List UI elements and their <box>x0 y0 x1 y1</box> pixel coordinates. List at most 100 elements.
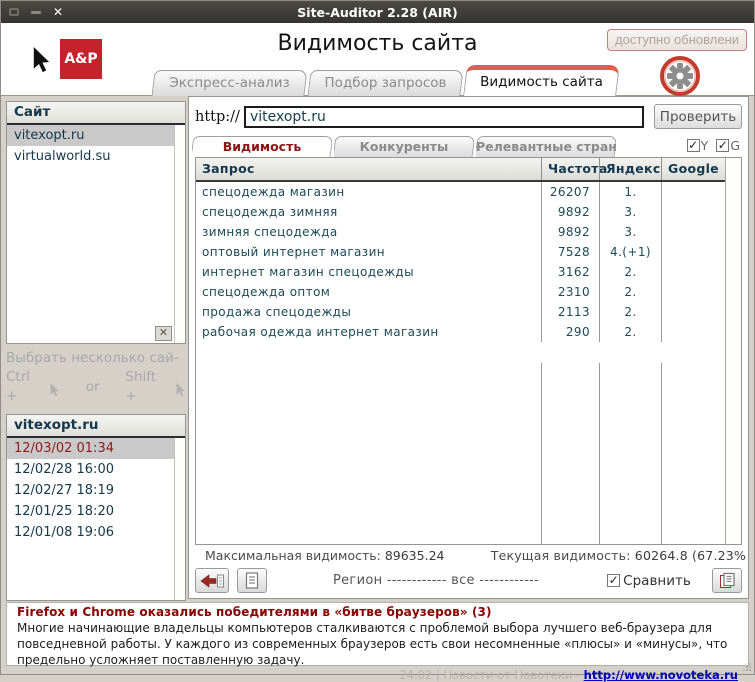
subtab[interactable]: Конкуренты <box>334 136 474 157</box>
minimize-icon[interactable] <box>31 11 41 14</box>
freq-cell: 3162 <box>541 262 599 282</box>
yandex-cell: 2. <box>599 302 661 322</box>
subtab[interactable]: Видимость <box>192 136 332 157</box>
hint-or: or <box>86 378 100 397</box>
history-list-header: vitexopt.ru <box>7 415 185 438</box>
yandex-cell: 4.(+1) <box>599 242 661 262</box>
yandex-checkbox-label: Y <box>701 138 709 153</box>
yandex-cell: 2. <box>599 282 661 302</box>
check-icon: ✓ <box>688 139 698 151</box>
news-headline[interactable]: Firefox и Chrome оказались победителями … <box>17 605 738 619</box>
actions-row: Регион ------------ все ------------ ✓ С… <box>189 565 748 598</box>
cursor-icon <box>49 383 60 397</box>
column-header-yandex[interactable]: Яндекс <box>599 158 661 180</box>
news-link[interactable]: http://www.novoteka.ru <box>584 668 738 682</box>
subtab-bar: Видимость Конкуренты Релевантные страни … <box>189 132 748 157</box>
column-header-google[interactable]: Google <box>661 158 725 180</box>
table-row[interactable]: оптовый интернет магазин 7528 4.(+1) <box>196 242 725 262</box>
yandex-cell: 2. <box>599 262 661 282</box>
history-date-item[interactable]: 12/02/28 16:00 <box>7 459 174 480</box>
region-selector[interactable]: Регион ------------ все ------------ <box>333 573 539 588</box>
visibility-table: Запрос Частота Яндекс Google спецодежда … <box>195 157 742 545</box>
news-separator: | <box>436 668 440 682</box>
table-row[interactable]: спецодежда зимняя 9892 3. <box>196 202 725 222</box>
google-cell <box>661 322 725 342</box>
compare-checkbox[interactable]: ✓ <box>607 574 620 587</box>
table-header: Запрос Частота Яндекс Google <box>196 158 725 182</box>
freq-cell: 9892 <box>541 222 599 242</box>
query-cell: зимняя спецодежда <box>196 225 541 239</box>
settings-gear-icon[interactable] <box>658 54 702 98</box>
url-input[interactable] <box>244 106 644 128</box>
yandex-checkbox[interactable]: ✓ <box>687 139 700 152</box>
google-cell <box>661 202 725 222</box>
hint-shift: Shift + <box>125 368 171 406</box>
freq-cell: 9892 <box>541 202 599 222</box>
history-date-item[interactable]: 12/01/08 19:06 <box>7 522 174 543</box>
max-visibility-value: 89635.24 <box>385 548 445 563</box>
cursor-icon <box>175 383 186 397</box>
history-list-scrollbar[interactable] <box>174 438 185 600</box>
query-cell: продажа спецодежды <box>196 305 541 319</box>
close-icon[interactable]: ✕ <box>53 7 63 17</box>
hint-line: Выбрать несколько сай- <box>6 349 186 368</box>
table-row[interactable]: спецодежда оптом 2310 2. <box>196 282 725 302</box>
table-scrollbar[interactable] <box>725 158 741 544</box>
site-list-item[interactable]: virtualworld.su <box>7 146 174 167</box>
query-cell: оптовый интернет магазин <box>196 245 541 259</box>
site-list-scrollbar[interactable] <box>174 125 185 343</box>
table-row[interactable]: зимняя спецодежда 9892 3. <box>196 222 725 242</box>
news-source: Новости от Новотеки - <box>443 668 580 682</box>
yandex-cell: 3. <box>599 202 661 222</box>
titlebar: ✕ Site-Auditor 2.28 (AIR) <box>1 1 754 23</box>
back-export-button[interactable] <box>195 568 229 593</box>
history-date-item[interactable]: 12/01/25 18:20 <box>7 501 174 522</box>
copy-documents-icon <box>719 572 736 589</box>
check-button[interactable]: Проверить <box>654 104 742 129</box>
history-list: vitexopt.ru 12/03/02 01:34 12/02/28 16:0… <box>6 414 186 601</box>
news-date: 24.02 <box>399 668 432 682</box>
history-date-item[interactable]: 12/03/02 01:34 <box>7 438 174 459</box>
history-date-item[interactable]: 12/02/27 18:19 <box>7 480 174 501</box>
google-cell <box>661 262 725 282</box>
report-button[interactable] <box>237 568 267 593</box>
window-title: Site-Auditor 2.28 (AIR) <box>1 5 754 20</box>
update-available-button[interactable]: доступно обновлени <box>607 29 747 51</box>
main-panel: http:// Проверить Видимость Конкуренты Р… <box>188 96 749 599</box>
current-visibility-value: 60264.8 (67.23% <box>635 548 746 563</box>
site-list-item[interactable]: vitexopt.ru <box>7 125 174 146</box>
yandex-cell: 3. <box>599 222 661 242</box>
table-row[interactable]: интернет магазин спецодежды 3162 2. <box>196 262 725 282</box>
main-tab-bar: Экспресс-анализ Подбор запросов Видимост… <box>153 65 621 96</box>
main-tab[interactable]: Экспресс-анализ <box>153 70 306 96</box>
main-tab[interactable]: Видимость сайта <box>465 65 618 96</box>
table-row[interactable]: спецодежда магазин 26207 1. <box>196 182 725 202</box>
table-empty-area <box>196 363 725 544</box>
column-header-query[interactable]: Запрос <box>196 158 541 180</box>
news-body: Многие начинающие владельцы компьютеров … <box>17 620 738 668</box>
site-list: Сайт vitexopt.ru virtualworld.su ✕ <box>6 101 186 344</box>
table-row[interactable]: продажа спецодежды 2113 2. <box>196 302 725 322</box>
freq-cell: 2113 <box>541 302 599 322</box>
yandex-cell: 2. <box>599 322 661 342</box>
header: A&P Видимость сайта доступно обновлени <box>1 23 754 96</box>
column-header-freq[interactable]: Частота <box>541 158 599 180</box>
google-checkbox[interactable]: ✓ <box>716 139 729 152</box>
compare-control: ✓ Сравнить <box>607 573 691 589</box>
document-icon <box>245 572 259 589</box>
remove-site-button[interactable]: ✕ <box>155 326 172 341</box>
multi-select-hint: Выбрать несколько сай- Ctrl + or Shift + <box>6 349 186 406</box>
main-tab[interactable]: Подбор запросов <box>309 70 462 96</box>
url-scheme-label: http:// <box>195 109 240 125</box>
copy-results-button[interactable] <box>712 568 742 593</box>
news-panel: Firefox и Chrome оказались победителями … <box>6 602 749 666</box>
table-row[interactable]: рабочая одежда интернет магазин 290 2. <box>196 322 725 342</box>
compare-label: Сравнить <box>623 573 691 589</box>
check-icon: ✓ <box>609 574 619 586</box>
query-cell: интернет магазин спецодежды <box>196 265 541 279</box>
resize-grip[interactable] <box>743 663 751 671</box>
subtab[interactable]: Релевантные страни <box>476 136 616 157</box>
hint-ctrl: Ctrl + <box>6 368 45 406</box>
google-cell <box>661 182 725 202</box>
maximize-icon[interactable] <box>9 8 19 16</box>
